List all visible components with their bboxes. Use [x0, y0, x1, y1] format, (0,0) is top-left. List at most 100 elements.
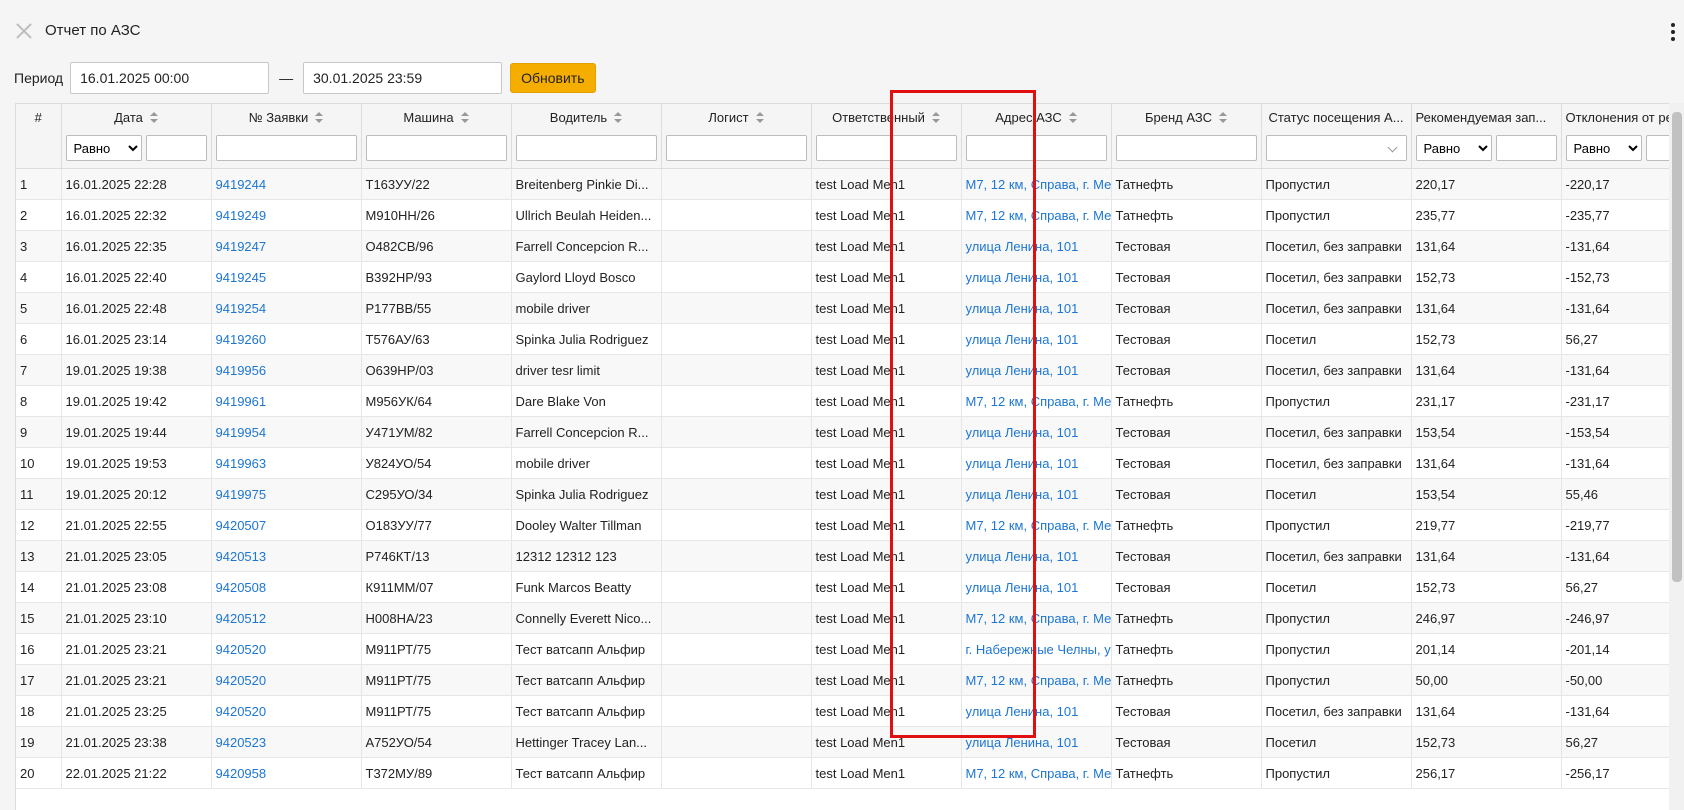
period-to-input[interactable]	[303, 62, 503, 94]
column-header-logist[interactable]: Логист	[661, 104, 812, 169]
order-number-link[interactable]: 9419963	[211, 447, 362, 479]
sort-icon[interactable]	[315, 112, 324, 123]
station-address-link[interactable]: улица Ленина, 101	[961, 478, 1112, 510]
period-from-input[interactable]	[70, 62, 270, 94]
table-row[interactable]: 17 21.01.2025 23:21 9420520 М911РТ/75 Тест в…	[16, 664, 1669, 696]
column-header-station-address[interactable]: Адрес АЗС	[961, 104, 1112, 169]
order-number-link[interactable]: 9420513	[211, 540, 362, 572]
order-number-link[interactable]: 9419247	[211, 230, 362, 262]
column-label[interactable]: Отклонения от ре	[1566, 110, 1670, 128]
station-address-link[interactable]: М7, 12 км, Справа, г. Ме	[961, 757, 1112, 789]
order-number-link[interactable]: 9419244	[211, 168, 362, 200]
date-filter-operator[interactable]: Равно	[65, 135, 142, 161]
column-header-date[interactable]: Дата Равно	[61, 104, 212, 169]
refresh-button[interactable]: Обновить	[510, 63, 596, 93]
station-address-link[interactable]: М7, 12 км, Справа, г. Ме	[961, 509, 1112, 541]
table-row[interactable]: 14 21.01.2025 23:08 9420508 К911ММ/07 Funk M…	[16, 571, 1669, 603]
close-icon[interactable]	[14, 21, 34, 41]
order-number-link[interactable]: 9419254	[211, 292, 362, 324]
address-filter-input[interactable]	[965, 135, 1107, 161]
sort-icon[interactable]	[614, 112, 623, 123]
station-address-link[interactable]: улица Ленина, 101	[961, 323, 1112, 355]
sort-icon[interactable]	[460, 112, 469, 123]
responsible-filter-input[interactable]	[815, 135, 957, 161]
order-number-link[interactable]: 9420520	[211, 664, 362, 696]
column-header-recommended[interactable]: Рекомендуемая зап... Равно	[1411, 104, 1562, 169]
vehicle-filter-input[interactable]	[365, 135, 507, 161]
table-row[interactable]: 16 21.01.2025 23:21 9420520 М911РТ/75 Тест в…	[16, 633, 1669, 665]
station-address-link[interactable]: улица Ленина, 101	[961, 695, 1112, 727]
order-number-link[interactable]: 9420507	[211, 509, 362, 541]
sort-icon[interactable]	[149, 112, 158, 123]
table-row[interactable]: 2 16.01.2025 22:32 9419249 М910НН/26 Ullrich…	[16, 199, 1669, 231]
sort-icon[interactable]	[755, 112, 764, 123]
station-address-link[interactable]: улица Ленина, 101	[961, 571, 1112, 603]
table-row[interactable]: 11 19.01.2025 20:12 9419975 С295УО/34 Spinka…	[16, 478, 1669, 510]
station-address-link[interactable]: улица Ленина, 101	[961, 416, 1112, 448]
table-row[interactable]: 15 21.01.2025 23:10 9420512 Н008НА/23 Connel…	[16, 602, 1669, 634]
brand-filter-input[interactable]	[1115, 135, 1257, 161]
table-row[interactable]: 3 16.01.2025 22:35 9419247 О482СВ/96 Farrell…	[16, 230, 1669, 262]
column-header-station-brand[interactable]: Бренд АЗС	[1111, 104, 1262, 169]
sort-icon[interactable]	[1219, 112, 1227, 123]
station-address-link[interactable]: улица Ленина, 101	[961, 292, 1112, 324]
station-address-link[interactable]: улица Ленина, 101	[961, 354, 1112, 386]
order-filter-input[interactable]	[215, 135, 357, 161]
order-number-link[interactable]: 9420520	[211, 695, 362, 727]
station-address-link[interactable]: улица Ленина, 101	[961, 230, 1112, 262]
table-row[interactable]: 7 19.01.2025 19:38 9419956 О639НР/03 driver …	[16, 354, 1669, 386]
column-header-responsible[interactable]: Ответственный	[811, 104, 962, 169]
order-number-link[interactable]: 9420512	[211, 602, 362, 634]
scrollbar-thumb[interactable]	[1672, 112, 1682, 582]
order-number-link[interactable]: 9419954	[211, 416, 362, 448]
table-row[interactable]: 5 16.01.2025 22:48 9419254 Р177ВВ/55 mobile …	[16, 292, 1669, 324]
table-row[interactable]: 1 16.01.2025 22:28 9419244 Т163УУ/22 Breiten…	[16, 168, 1669, 200]
table-row[interactable]: 4 16.01.2025 22:40 9419245 В392НР/93 Gaylord…	[16, 261, 1669, 293]
logist-filter-input[interactable]	[665, 135, 807, 161]
station-address-link[interactable]: М7, 12 км, Справа, г. Ме	[961, 664, 1112, 696]
station-address-link[interactable]: г. Набережные Челны, у	[961, 633, 1112, 665]
order-number-link[interactable]: 9419260	[211, 323, 362, 355]
station-address-link[interactable]: улица Ленина, 101	[961, 261, 1112, 293]
order-number-link[interactable]: 9419249	[211, 199, 362, 231]
order-number-link[interactable]: 9419961	[211, 385, 362, 417]
station-address-link[interactable]: М7, 12 км, Справа, г. Ме	[961, 385, 1112, 417]
table-row[interactable]: 13 21.01.2025 23:05 9420513 Р746КТ/13 12312 …	[16, 540, 1669, 572]
order-number-link[interactable]: 9420520	[211, 633, 362, 665]
status-filter-dropdown[interactable]	[1265, 135, 1407, 161]
more-vertical-icon[interactable]	[1668, 21, 1678, 41]
table-row[interactable]: 18 21.01.2025 23:25 9420520 М911РТ/75 Тест в…	[16, 695, 1669, 727]
station-address-link[interactable]: М7, 12 км, Справа, г. Ме	[961, 168, 1112, 200]
station-address-link[interactable]: М7, 12 км, Справа, г. Ме	[961, 602, 1112, 634]
table-row[interactable]: 10 19.01.2025 19:53 9419963 У824УО/54 mobile…	[16, 447, 1669, 479]
driver-filter-input[interactable]	[515, 135, 657, 161]
order-number-link[interactable]: 9420508	[211, 571, 362, 603]
order-number-link[interactable]: 9420523	[211, 726, 362, 758]
order-number-link[interactable]: 9419956	[211, 354, 362, 386]
table-row[interactable]: 9 19.01.2025 19:44 9419954 У471УМ/82 Farrell…	[16, 416, 1669, 448]
column-label[interactable]: Статус посещения А...	[1266, 110, 1407, 128]
column-label[interactable]: Рекомендуемая зап...	[1416, 110, 1557, 128]
column-header-vehicle[interactable]: Машина	[361, 104, 512, 169]
sort-icon[interactable]	[931, 112, 940, 123]
deviation-filter-operator[interactable]: Равно	[1565, 135, 1642, 161]
table-row[interactable]: 8 19.01.2025 19:42 9419961 М956УК/64 Dare Bl…	[16, 385, 1669, 417]
recommended-filter-input[interactable]	[1495, 135, 1557, 161]
order-number-link[interactable]: 9419975	[211, 478, 362, 510]
recommended-filter-operator[interactable]: Равно	[1415, 135, 1492, 161]
table-row[interactable]: 19 21.01.2025 23:38 9420523 А752УО/54 Hettin…	[16, 726, 1669, 758]
date-filter-input[interactable]	[145, 135, 207, 161]
column-header-order-number[interactable]: № Заявки	[211, 104, 362, 169]
order-number-link[interactable]: 9419245	[211, 261, 362, 293]
deviation-filter-input[interactable]	[1645, 135, 1669, 161]
table-row[interactable]: 12 21.01.2025 22:55 9420507 О183УУ/77 Dooley…	[16, 509, 1669, 541]
station-address-link[interactable]: улица Ленина, 101	[961, 447, 1112, 479]
order-number-link[interactable]: 9420958	[211, 757, 362, 789]
table-row[interactable]: 6 16.01.2025 23:14 9419260 Т576АУ/63 Spinka …	[16, 323, 1669, 355]
station-address-link[interactable]: улица Ленина, 101	[961, 726, 1112, 758]
sort-icon[interactable]	[1068, 112, 1077, 123]
station-address-link[interactable]: М7, 12 км, Справа, г. Ме	[961, 199, 1112, 231]
table-row[interactable]: 20 22.01.2025 21:22 9420958 Т372МУ/89 Тест в…	[16, 757, 1669, 789]
column-header-visit-status[interactable]: Статус посещения А...	[1261, 104, 1412, 169]
column-header-driver[interactable]: Водитель	[511, 104, 662, 169]
